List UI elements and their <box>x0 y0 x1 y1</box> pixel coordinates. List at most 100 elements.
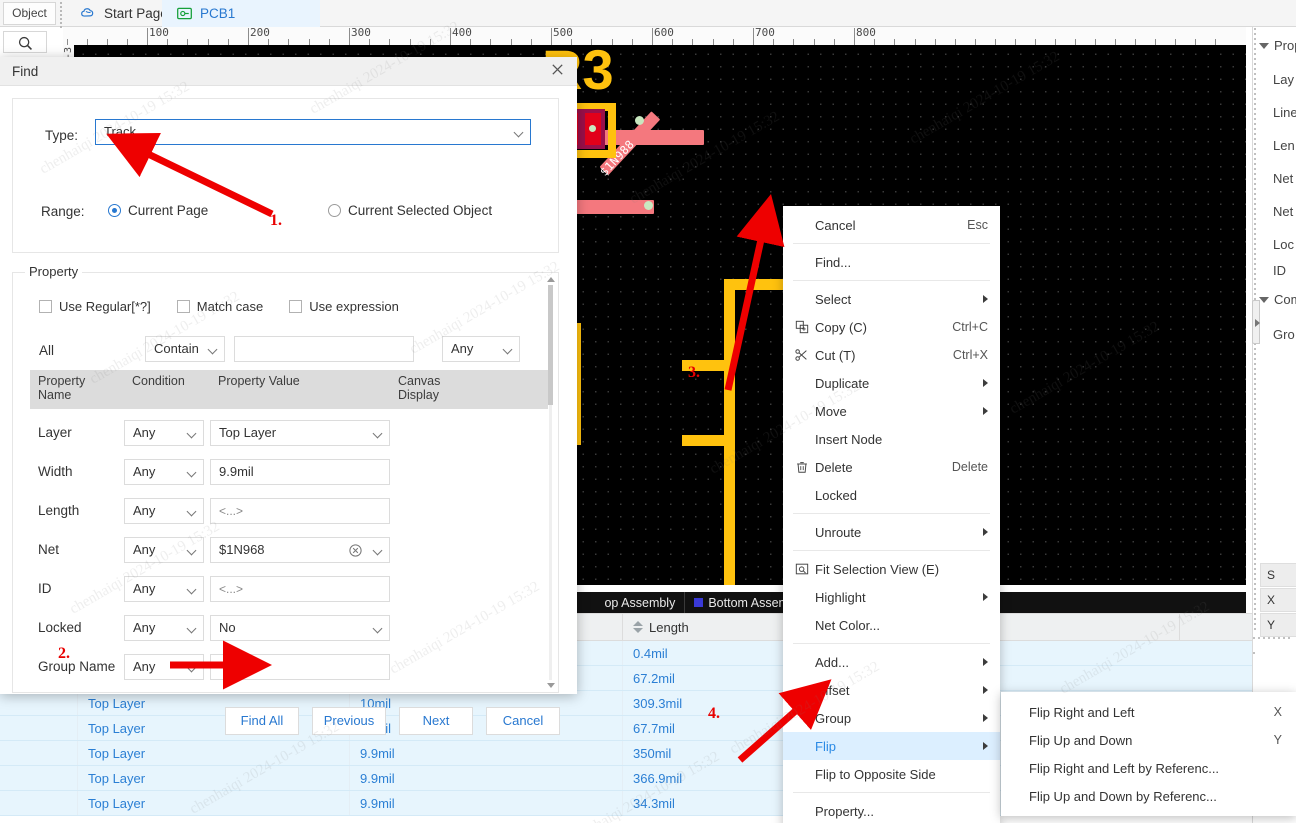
menu-item-flip[interactable]: Flip <box>783 732 1000 760</box>
row-value-text: Top Layer <box>219 424 277 440</box>
menu-separator <box>793 792 990 793</box>
row-condition-value: Any <box>133 580 156 596</box>
row-value-input[interactable] <box>210 653 390 680</box>
property-table-scrollbar[interactable] <box>545 277 556 688</box>
panel-field-s[interactable]: S <box>1260 563 1296 587</box>
menu-item-cancel[interactable]: Cancel Esc <box>783 211 1000 239</box>
scroll-up-icon[interactable] <box>547 277 555 282</box>
property-row-group-name[interactable]: Group Name Any <box>30 647 548 686</box>
menu-item-group[interactable]: Group <box>783 704 1000 732</box>
property-row-locked[interactable]: Locked Any No <box>30 608 548 647</box>
dialog-title-bar[interactable]: Find <box>0 57 577 86</box>
row-value-text: No <box>219 619 236 635</box>
layer-tab-top-assembly[interactable]: op Assembly <box>595 592 686 613</box>
horizontal-ruler[interactable]: 100 200 300 400 500 600 700 800 <box>63 27 1246 45</box>
all-condition-select[interactable]: Contain <box>145 336 225 362</box>
row-condition-select[interactable]: Any <box>124 497 204 524</box>
row-value-input[interactable]: <...> <box>210 497 390 524</box>
cell-width: 9.9mil <box>350 791 623 815</box>
menu-item-label: Offset <box>815 682 850 698</box>
cancel-button[interactable]: Cancel <box>486 707 560 735</box>
next-button[interactable]: Next <box>399 707 473 735</box>
property-row-id[interactable]: ID Any <...> <box>30 569 548 608</box>
sidebar-resize-dots[interactable] <box>59 0 64 28</box>
panel-item-group: Gro <box>1273 327 1295 342</box>
row-condition-select[interactable]: Any <box>124 653 204 680</box>
type-select[interactable]: Track <box>95 119 531 145</box>
trace-node[interactable] <box>644 201 653 210</box>
submenu-item-flip-right-and-left[interactable]: Flip Right and Left X <box>1001 698 1296 726</box>
submenu-item-flip-up-and-down[interactable]: Flip Up and Down Y <box>1001 726 1296 754</box>
row-value-select[interactable]: Top Layer <box>210 419 390 446</box>
chevron-right-icon <box>983 593 988 601</box>
menu-item-label: Insert Node <box>815 431 883 447</box>
menu-item-add[interactable]: Add... <box>783 648 1000 676</box>
row-condition-value: Any <box>133 463 156 479</box>
row-condition-select[interactable]: Any <box>124 614 204 641</box>
submenu-item-flip-right-and-left-by-reference[interactable]: Flip Right and Left by Referenc... <box>1001 754 1296 782</box>
submenu-item-flip-up-and-down-by-reference[interactable]: Flip Up and Down by Referenc... <box>1001 782 1296 810</box>
row-condition-select[interactable]: Any <box>124 536 204 563</box>
object-panel-button[interactable]: Object <box>3 2 56 25</box>
row-condition-select[interactable]: Any <box>124 419 204 446</box>
property-row-layer[interactable]: Layer Any Top Layer <box>30 413 548 452</box>
trace-node[interactable] <box>635 116 644 125</box>
search-input[interactable] <box>3 31 47 53</box>
row-value-input[interactable]: <...> <box>210 575 390 602</box>
panel-group-label: Prop <box>1274 38 1296 53</box>
checkbox-use-regular[interactable]: Use Regular[*?] <box>39 299 151 314</box>
row-value-select[interactable]: $1N968 <box>210 536 390 566</box>
tab-pcb1[interactable]: PCB1 <box>162 0 320 27</box>
panel-item-length: Len <box>1273 138 1295 153</box>
panel-field-x[interactable]: X <box>1260 588 1296 612</box>
menu-item-unroute[interactable]: Unroute <box>783 518 1000 546</box>
menu-item-locked[interactable]: Locked <box>783 481 1000 509</box>
menu-item-flip-to-opposite-side[interactable]: Flip to Opposite Side <box>783 760 1000 788</box>
panel-collapse-handle[interactable] <box>1252 300 1260 344</box>
all-canvas-display-value: Any <box>451 341 474 356</box>
menu-item-cut[interactable]: Cut (T) Ctrl+X <box>783 341 1000 369</box>
menu-item-duplicate[interactable]: Duplicate <box>783 369 1000 397</box>
sort-icon[interactable] <box>633 621 643 633</box>
menu-item-property[interactable]: Property... <box>783 797 1000 823</box>
clear-icon[interactable] <box>348 542 363 566</box>
scrollbar-thumb[interactable] <box>548 285 553 405</box>
property-row-length[interactable]: Length Any <...> <box>30 491 548 530</box>
menu-item-offset[interactable]: Offset <box>783 676 1000 704</box>
menu-item-select[interactable]: Select <box>783 285 1000 313</box>
all-canvas-display-select[interactable]: Any <box>442 336 520 362</box>
cell-width: 9.9mil <box>350 741 623 765</box>
menu-item-delete[interactable]: Delete Delete <box>783 453 1000 481</box>
find-property-section: Property Use Regular[*?] Match case Use … <box>12 264 559 693</box>
radio-current-page[interactable]: Current Page <box>108 203 208 218</box>
row-condition-select[interactable]: Any <box>124 575 204 602</box>
menu-item-find[interactable]: Find... <box>783 248 1000 276</box>
canvas-context-menu[interactable]: Cancel Esc Find... Select Copy (C) Ctrl+… <box>783 206 1000 823</box>
menu-item-move[interactable]: Move <box>783 397 1000 425</box>
row-value-text: 9.9mil <box>219 463 254 479</box>
all-value-input[interactable] <box>234 336 414 362</box>
menu-item-copy[interactable]: Copy (C) Ctrl+C <box>783 313 1000 341</box>
menu-item-fit-selection-view[interactable]: Fit Selection View (E) <box>783 555 1000 583</box>
flip-submenu[interactable]: Flip Right and Left X Flip Up and Down Y… <box>1001 692 1296 816</box>
panel-group-properties[interactable]: Prop <box>1259 38 1296 53</box>
property-row-net[interactable]: Net Any $1N968 <box>30 530 548 569</box>
row-value-select[interactable]: No <box>210 614 390 641</box>
menu-item-label: Net Color... <box>815 617 881 633</box>
checkbox-match-case[interactable]: Match case <box>176 299 263 314</box>
checkbox-use-expression[interactable]: Use expression <box>289 299 399 314</box>
scroll-down-icon[interactable] <box>547 683 555 688</box>
previous-button[interactable]: Previous <box>312 707 386 735</box>
radio-current-selected-object[interactable]: Current Selected Object <box>328 203 492 218</box>
row-value-input[interactable]: 9.9mil <box>210 458 390 485</box>
row-condition-select[interactable]: Any <box>124 458 204 485</box>
find-all-button[interactable]: Find All <box>225 707 299 735</box>
row-name: ID <box>38 581 52 596</box>
menu-item-net-color[interactable]: Net Color... <box>783 611 1000 639</box>
menu-item-highlight[interactable]: Highlight <box>783 583 1000 611</box>
panel-group-common[interactable]: Com <box>1259 292 1296 307</box>
property-row-width[interactable]: Width Any 9.9mil <box>30 452 548 491</box>
menu-item-shortcut: Ctrl+C <box>952 320 988 334</box>
close-icon[interactable] <box>547 62 567 82</box>
menu-item-insert-node[interactable]: Insert Node <box>783 425 1000 453</box>
